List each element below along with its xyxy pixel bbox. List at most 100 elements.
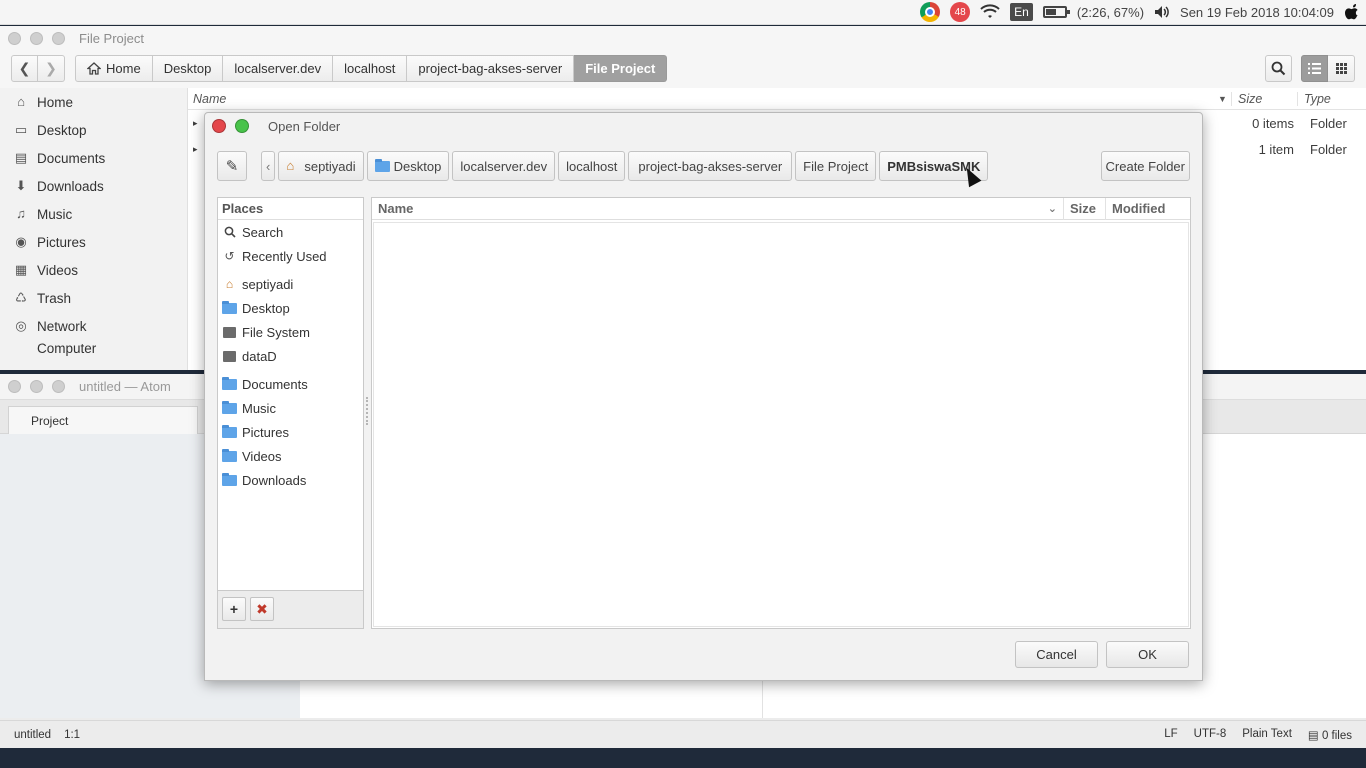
breadcrumb-desktop[interactable]: Desktop — [366, 151, 450, 181]
minimize-window-button[interactable] — [30, 31, 43, 45]
place-file-system[interactable]: File System — [218, 321, 363, 343]
breadcrumb-septiyadi[interactable]: ⌂ septiyadi — [278, 151, 364, 181]
grid-view-button[interactable] — [1328, 55, 1355, 82]
column-modified[interactable]: Modified — [1106, 198, 1165, 220]
open-folder-dialog: Open Folder ✎ ‹ ⌂ septiyadi Desktop local… — [204, 112, 1203, 681]
place-septiyadi[interactable]: ⌂ septiyadi — [218, 273, 363, 295]
folder-list-body[interactable] — [373, 222, 1189, 627]
breadcrumb-localhost[interactable]: localhost — [558, 151, 626, 181]
documents-icon: ▤ — [14, 150, 28, 165]
status-bar: untitled 1:1 LF UTF-8 Plain Text ▤ 0 fil… — [0, 720, 1366, 748]
search-icon — [1271, 61, 1286, 76]
place-desktop[interactable]: Desktop — [218, 297, 363, 319]
breadcrumb-home[interactable]: Home — [75, 55, 153, 82]
music-icon: ♫ — [16, 206, 26, 221]
breadcrumb-file-project[interactable]: File Project — [795, 151, 877, 181]
dialog-close-button[interactable] — [212, 119, 226, 133]
battery-icon[interactable] — [1042, 1, 1070, 23]
breadcrumb-project[interactable]: project-bag-akses-server — [628, 151, 793, 181]
sidebar-item-network[interactable]: ◎ Network — [0, 312, 187, 340]
column-name[interactable]: Name — [188, 92, 1218, 106]
status-encoding[interactable]: UTF-8 — [1194, 728, 1227, 742]
type-path-button[interactable]: ✎ — [217, 151, 247, 181]
maximize-window-button[interactable] — [52, 380, 65, 393]
breadcrumb-file-project[interactable]: File Project — [574, 55, 668, 82]
minimize-window-button[interactable] — [30, 380, 43, 393]
close-window-button[interactable] — [8, 31, 21, 45]
sidebar-item-downloads[interactable]: ⬇ Downloads — [0, 172, 187, 200]
column-size[interactable]: Size — [1231, 91, 1297, 106]
apple-logo-icon[interactable] — [1344, 1, 1360, 23]
column-name[interactable]: Name ⌄ — [372, 197, 1064, 220]
sidebar-item-home[interactable]: ⌂ Home — [0, 88, 187, 116]
status-grammar[interactable]: Plain Text — [1242, 728, 1292, 742]
folder-list: Name ⌄ Size Modified — [371, 197, 1191, 629]
desktop-icon: ▭ — [14, 122, 28, 137]
volume-icon[interactable] — [1154, 1, 1170, 23]
breadcrumb-localhost[interactable]: localhost — [333, 55, 408, 82]
place-documents[interactable]: Documents — [218, 373, 363, 395]
add-bookmark-button[interactable]: + — [222, 597, 246, 621]
pencil-icon: ✎ — [225, 158, 239, 175]
close-window-button[interactable] — [8, 380, 21, 393]
sidebar-item-documents[interactable]: ▤ Documents — [0, 144, 187, 172]
trash-icon: ♺ — [15, 290, 27, 305]
sidebar-item-videos[interactable]: ▦ Videos — [0, 256, 187, 284]
list-view-button[interactable] — [1301, 55, 1328, 82]
status-line-ending[interactable]: LF — [1164, 728, 1177, 742]
folder-icon — [222, 376, 237, 391]
cancel-button[interactable]: Cancel — [1015, 641, 1098, 668]
sidebar-item-trash[interactable]: ♺ Trash — [0, 284, 187, 312]
ok-button[interactable]: OK — [1106, 641, 1189, 668]
search-button[interactable] — [1265, 55, 1292, 82]
dialog-title: Open Folder — [268, 118, 341, 134]
back-button[interactable]: ❮ — [11, 55, 38, 82]
folder-icon — [374, 158, 390, 172]
breadcrumb-scroll-left[interactable]: ‹ — [261, 151, 276, 181]
file-manager-toolbar: ❮ ❯ Home Desktop localserver.dev localho… — [0, 54, 1366, 86]
chrome-icon[interactable] — [920, 1, 941, 23]
forward-button[interactable]: ❯ — [38, 55, 65, 82]
keyboard-layout-indicator[interactable]: En — [1010, 3, 1033, 21]
place-recently-used[interactable]: ↺ Recently Used — [218, 245, 363, 267]
place-videos[interactable]: Videos — [218, 445, 363, 467]
place-datad[interactable]: dataD — [218, 345, 363, 367]
downloads-icon: ⬇ — [15, 178, 27, 193]
file-manager-titlebar: File Project — [0, 26, 1366, 50]
network-icon: ◎ — [15, 318, 27, 333]
notification-badge[interactable]: 48 — [950, 2, 971, 22]
place-downloads[interactable]: Downloads — [218, 469, 363, 491]
folder-icon — [222, 400, 237, 415]
place-pictures[interactable]: Pictures — [218, 421, 363, 443]
create-folder-button[interactable]: Create Folder — [1100, 151, 1190, 181]
sort-chevron-icon[interactable]: ▼ — [1218, 94, 1231, 104]
maximize-window-button[interactable] — [52, 31, 65, 45]
wifi-icon[interactable] — [980, 1, 1000, 23]
sidebar-item-music[interactable]: ♫ Music — [0, 200, 187, 228]
top-panel: 48 En (2:26, 67%) Sen 19 Feb 2018 10:04:… — [0, 0, 1366, 25]
sidebar-item-pictures[interactable]: ◉ Pictures — [0, 228, 187, 256]
drive-icon — [222, 350, 237, 363]
dialog-titlebar: Open Folder — [205, 113, 1202, 139]
clock[interactable]: Sen 19 Feb 2018 10:04:09 — [1180, 5, 1334, 20]
tab-project[interactable]: Project — [8, 406, 198, 434]
status-cursor-position[interactable]: 1:1 — [64, 729, 80, 741]
place-music[interactable]: Music — [218, 397, 363, 419]
sidebar-item-desktop[interactable]: ▭ Desktop — [0, 116, 187, 144]
breadcrumb-localserver[interactable]: localserver.dev — [223, 55, 334, 82]
column-size[interactable]: Size — [1064, 197, 1106, 220]
computer-icon — [14, 342, 28, 356]
remove-bookmark-button[interactable]: ✖ — [250, 597, 274, 621]
status-file-name[interactable]: untitled — [14, 729, 51, 741]
breadcrumb-desktop[interactable]: Desktop — [152, 55, 224, 82]
column-type[interactable]: Type — [1297, 91, 1331, 106]
sidebar-item-computer[interactable]: Computer — [0, 340, 187, 356]
status-files[interactable]: ▤ 0 files — [1308, 728, 1352, 742]
file-manager-sidebar: ⌂ Home ▭ Desktop ▤ Documents ⬇ Downloads ♫ Mu… — [0, 88, 188, 370]
breadcrumb-project[interactable]: project-bag-akses-server — [407, 55, 575, 82]
pane-resize-handle[interactable] — [366, 397, 368, 425]
breadcrumb-localserver[interactable]: localserver.dev — [452, 151, 556, 181]
place-search[interactable]: Search — [218, 221, 363, 243]
dialog-maximize-button[interactable] — [235, 119, 249, 133]
battery-status[interactable]: (2:26, 67%) — [1077, 5, 1144, 20]
